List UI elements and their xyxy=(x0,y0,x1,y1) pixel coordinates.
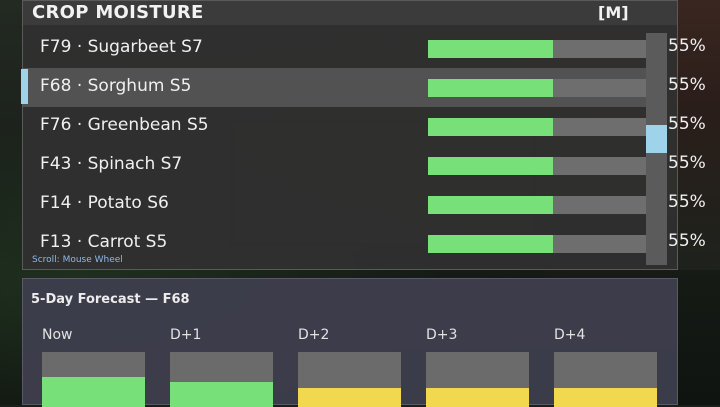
forecast-day-label: D+3 xyxy=(426,327,458,343)
moisture-bar-fill xyxy=(428,196,554,214)
forecast-day-label: D+2 xyxy=(298,327,330,343)
panel-header: CROP MOISTURE [M] xyxy=(23,1,677,25)
scroll-hint: Scroll: Mouse Wheel xyxy=(32,255,123,265)
forecast-moisture-fill xyxy=(426,387,529,407)
moisture-bar-fill xyxy=(428,40,554,58)
forecast-day-label: Now xyxy=(42,327,73,343)
forecast-moisture-fill xyxy=(42,376,145,407)
moisture-percent: 55% xyxy=(668,36,706,56)
forecast-day: D+1 xyxy=(170,327,274,407)
moisture-bar xyxy=(428,79,656,97)
toggle-key-hint: [M] xyxy=(598,3,629,22)
field-row[interactable]: F68 · Sorghum S5 xyxy=(21,68,657,107)
field-label: F68 · Sorghum S5 xyxy=(40,76,192,96)
forecast-day: D+2 xyxy=(298,327,402,407)
forecast-day: D+3 xyxy=(426,327,530,407)
forecast-moisture-bar xyxy=(170,352,273,407)
forecast-day: D+4 xyxy=(554,327,658,407)
forecast-moisture-bar xyxy=(426,352,529,407)
moisture-percent: 55% xyxy=(668,153,706,173)
moisture-bar-fill xyxy=(428,157,554,175)
field-row[interactable]: F43 · Spinach S7 xyxy=(23,146,657,185)
moisture-percent: 55% xyxy=(668,114,706,134)
scrollbar[interactable] xyxy=(646,33,667,265)
field-label: F14 · Potato S6 xyxy=(40,193,169,213)
forecast-moisture-bar xyxy=(554,352,657,407)
forecast-day-label: D+1 xyxy=(170,327,202,343)
forecast-moisture-fill xyxy=(554,387,657,407)
crop-moisture-panel: CROP MOISTURE [M] F79 · Sugarbeet S7 F68 … xyxy=(21,0,678,270)
moisture-bar-fill xyxy=(428,79,554,97)
scrollbar-thumb[interactable] xyxy=(646,125,667,153)
field-label: F43 · Spinach S7 xyxy=(40,154,183,174)
moisture-bar xyxy=(428,196,656,214)
forecast-day: Now xyxy=(42,327,146,407)
forecast-title: 5-Day Forecast — F68 xyxy=(31,292,190,307)
field-label: F76 · Greenbean S5 xyxy=(40,115,209,135)
moisture-percent: 55% xyxy=(668,75,706,95)
forecast-moisture-bar xyxy=(298,352,401,407)
forecast-moisture-bar xyxy=(42,352,145,407)
field-label: F13 · Carrot S5 xyxy=(40,232,168,252)
moisture-bar xyxy=(428,40,656,58)
field-label: F79 · Sugarbeet S7 xyxy=(40,37,203,57)
moisture-percent: 55% xyxy=(668,231,706,251)
moisture-bar xyxy=(428,157,656,175)
moisture-bar-fill xyxy=(428,235,554,253)
forecast-panel: 5-Day Forecast — F68 Now D+1 D+2 D+3 D+4 xyxy=(22,278,678,407)
moisture-bar xyxy=(428,118,656,136)
moisture-percent: 55% xyxy=(668,192,706,212)
forecast-day-label: D+4 xyxy=(554,327,586,343)
forecast-moisture-fill xyxy=(170,382,273,407)
forecast-moisture-fill xyxy=(298,387,401,407)
panel-title: CROP MOISTURE xyxy=(32,2,204,23)
moisture-bar xyxy=(428,235,656,253)
field-row[interactable]: F79 · Sugarbeet S7 xyxy=(23,29,657,68)
moisture-bar-fill xyxy=(428,118,554,136)
selection-indicator xyxy=(21,69,28,104)
field-row[interactable]: F14 · Potato S6 xyxy=(23,185,657,224)
field-row[interactable]: F76 · Greenbean S5 xyxy=(23,107,657,146)
